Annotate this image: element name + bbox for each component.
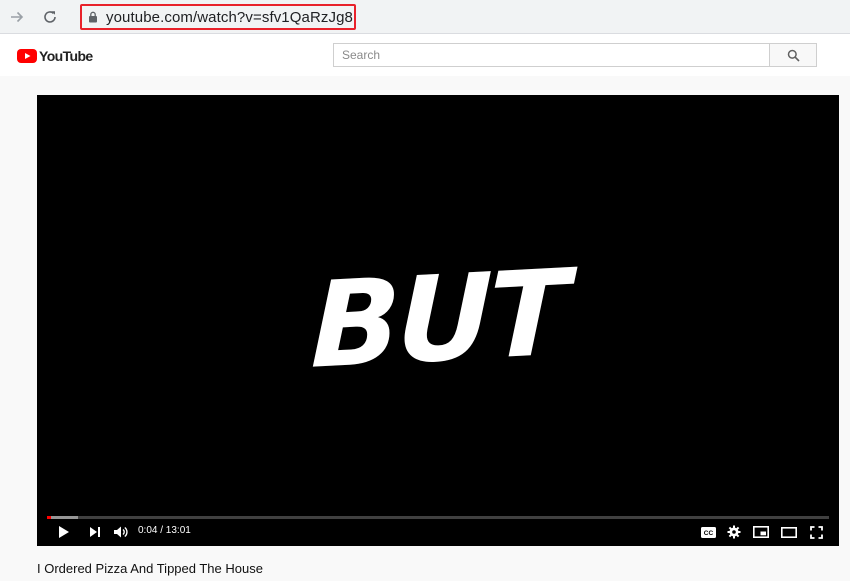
captions-button[interactable]: CC xyxy=(699,523,717,541)
miniplayer-icon xyxy=(753,526,769,538)
video-player[interactable]: BUT 0:04 / 13:01 CC xyxy=(37,95,839,546)
youtube-play-logo-icon xyxy=(17,49,37,63)
browser-toolbar: youtube.com/watch?v=sfv1QaRzJg8 xyxy=(0,0,850,34)
progress-bar[interactable] xyxy=(47,516,829,519)
player-controls: 0:04 / 13:01 CC xyxy=(37,521,839,543)
theater-mode-button[interactable] xyxy=(779,523,799,541)
search-input[interactable] xyxy=(333,43,769,67)
lock-icon xyxy=(88,11,98,23)
time-display: 0:04 / 13:01 xyxy=(138,525,191,536)
video-frame-text: BUT xyxy=(309,243,567,395)
volume-button[interactable] xyxy=(112,523,130,541)
theater-icon xyxy=(781,526,797,538)
reload-button[interactable] xyxy=(38,5,62,29)
address-bar[interactable]: youtube.com/watch?v=sfv1QaRzJg8 xyxy=(80,4,356,30)
youtube-header: YouTube xyxy=(0,34,850,76)
svg-text:CC: CC xyxy=(703,530,713,537)
progress-played xyxy=(47,516,51,519)
fullscreen-button[interactable] xyxy=(807,523,825,541)
miniplayer-button[interactable] xyxy=(751,523,771,541)
settings-icon xyxy=(727,525,741,539)
next-icon xyxy=(90,527,100,537)
arrow-right-icon xyxy=(11,11,24,23)
settings-button[interactable] xyxy=(725,523,743,541)
reload-icon xyxy=(44,11,56,23)
youtube-logo[interactable]: YouTube xyxy=(17,48,93,64)
next-button[interactable] xyxy=(87,523,103,541)
progress-loaded xyxy=(47,516,79,519)
search-box xyxy=(333,43,817,67)
search-button[interactable] xyxy=(769,43,817,67)
play-button[interactable] xyxy=(55,523,73,541)
play-icon xyxy=(59,526,69,538)
address-text: youtube.com/watch?v=sfv1QaRzJg8 xyxy=(106,8,353,26)
search-icon xyxy=(787,49,800,62)
volume-icon xyxy=(114,526,128,538)
forward-button[interactable] xyxy=(5,5,29,29)
video-title: I Ordered Pizza And Tipped The House xyxy=(37,561,263,576)
captions-icon: CC xyxy=(700,526,716,538)
fullscreen-icon xyxy=(809,525,823,539)
youtube-logo-text: YouTube xyxy=(39,48,93,64)
